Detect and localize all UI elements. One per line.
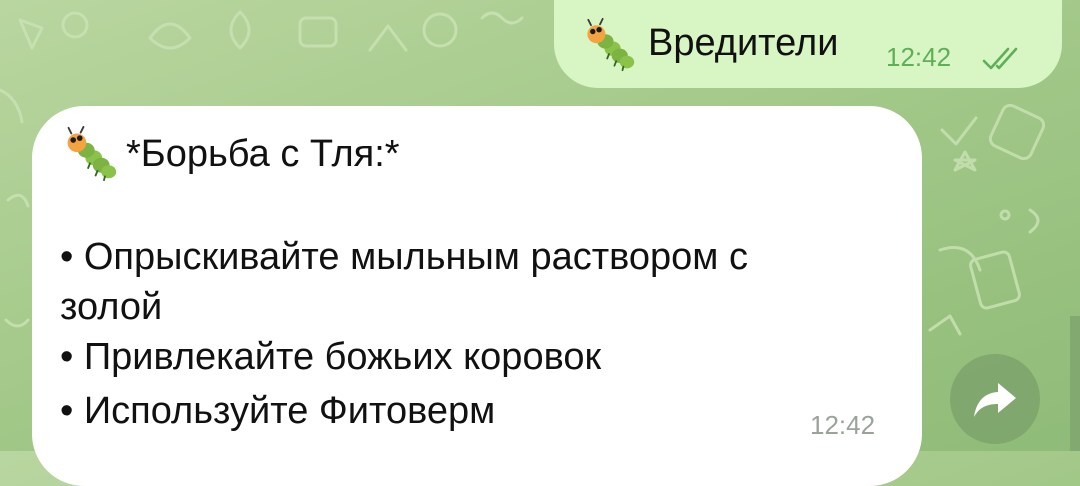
share-forward-icon <box>974 383 1016 417</box>
screen-edge-strip <box>1070 316 1080 451</box>
outgoing-message-time: 12:42 <box>886 42 952 72</box>
message-line: • Используйте Фитоверм <box>60 390 496 432</box>
outgoing-message-text: Вредители <box>648 22 839 64</box>
caterpillar-emoji-icon <box>587 18 635 72</box>
outgoing-message-bubble[interactable]: Вредители 12:42 <box>554 0 1062 88</box>
caterpillar-emoji-icon <box>67 126 117 182</box>
share-button[interactable] <box>950 354 1040 444</box>
incoming-message-bubble[interactable]: *Борьба с Тля:* • Опрыскивайте мыльным р… <box>32 106 922 486</box>
message-line: золой <box>60 286 163 328</box>
double-check-read-icon <box>982 47 1018 70</box>
incoming-message-time: 12:42 <box>810 410 876 440</box>
message-line: • Опрыскивайте мыльным раствором с <box>60 236 748 278</box>
message-line: • Привлекайте божьих коровок <box>60 336 602 378</box>
message-title: *Борьба с Тля:* <box>126 133 400 175</box>
